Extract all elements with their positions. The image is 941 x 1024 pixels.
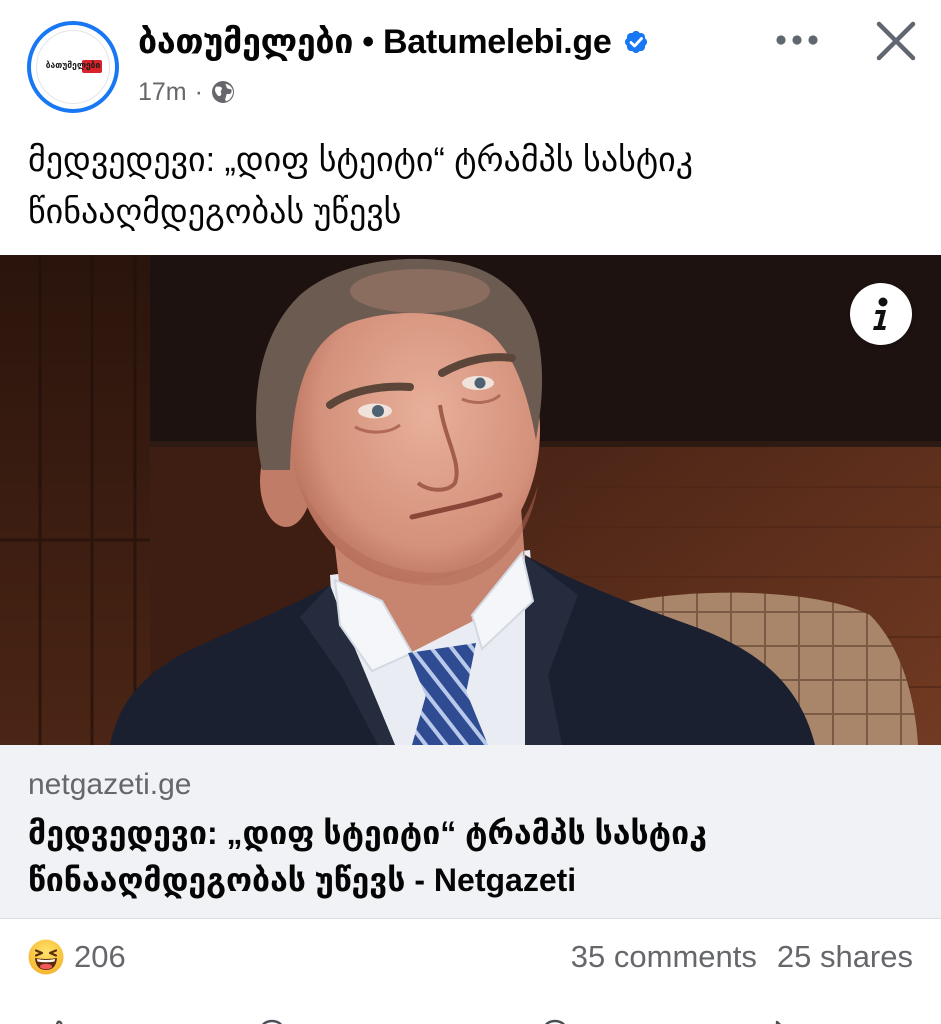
engagement-bar: 206 35 comments 25 shares bbox=[0, 935, 941, 979]
send-icon[interactable] bbox=[540, 1018, 570, 1024]
meta-separator: · bbox=[194, 78, 203, 106]
link-title-line: წინააღმდეგობას უწევს - Netgazeti bbox=[28, 862, 577, 898]
link-preview-image[interactable] bbox=[0, 255, 941, 745]
link-title: მედვედევი: „დიფ სტეიტი“ ტრამპს სასტიკ წი… bbox=[28, 810, 707, 904]
share-icon[interactable] bbox=[760, 1018, 790, 1024]
more-horizontal-icon[interactable] bbox=[774, 33, 820, 47]
engagement-counts: 35 comments 25 shares bbox=[571, 935, 913, 979]
page-name-row: ბათუმელები • Batumelebi.ge bbox=[138, 19, 650, 65]
page-name-link[interactable]: ბათუმელები • Batumelebi.ge bbox=[138, 19, 612, 65]
shares-count-link[interactable]: 25 shares bbox=[777, 935, 913, 979]
comments-count-link[interactable]: 35 comments bbox=[571, 935, 757, 979]
logo-text: ბათუმელები bbox=[45, 61, 101, 71]
post-message-line: წინააღმდეგობას უწევს bbox=[28, 193, 402, 231]
like-icon[interactable] bbox=[45, 1018, 75, 1024]
comment-icon[interactable] bbox=[257, 1018, 287, 1024]
info-icon[interactable] bbox=[850, 283, 912, 345]
post-message: მედვედევი: „დიფ სტეიტი“ ტრამპს სასტიკ წი… bbox=[28, 134, 693, 238]
post-message-line: მედვედევი: „დიფ სტეიტი“ ტრამპს სასტიკ bbox=[28, 141, 694, 179]
reaction-count: 206 bbox=[74, 939, 126, 974]
page-avatar[interactable]: ბათუმელები bbox=[27, 21, 119, 113]
close-icon[interactable] bbox=[874, 19, 918, 63]
link-title-line: მედვედევი: „დიფ სტეიტი“ ტრამპს სასტიკ bbox=[28, 815, 707, 851]
haha-reaction-icon bbox=[28, 939, 64, 975]
post-meta: 17m · bbox=[138, 75, 235, 109]
verified-badge-icon bbox=[622, 28, 650, 56]
post-timestamp[interactable]: 17m bbox=[138, 75, 187, 109]
reactions-summary[interactable]: 206 bbox=[28, 935, 126, 979]
link-domain: netgazeti.ge bbox=[28, 768, 192, 801]
page-logo: ბათუმელები bbox=[36, 30, 110, 104]
action-bar bbox=[0, 1012, 941, 1024]
globe-icon[interactable] bbox=[211, 80, 235, 104]
link-preview-card[interactable]: netgazeti.ge მედვედევი: „დიფ სტეიტი“ ტრა… bbox=[0, 745, 941, 919]
